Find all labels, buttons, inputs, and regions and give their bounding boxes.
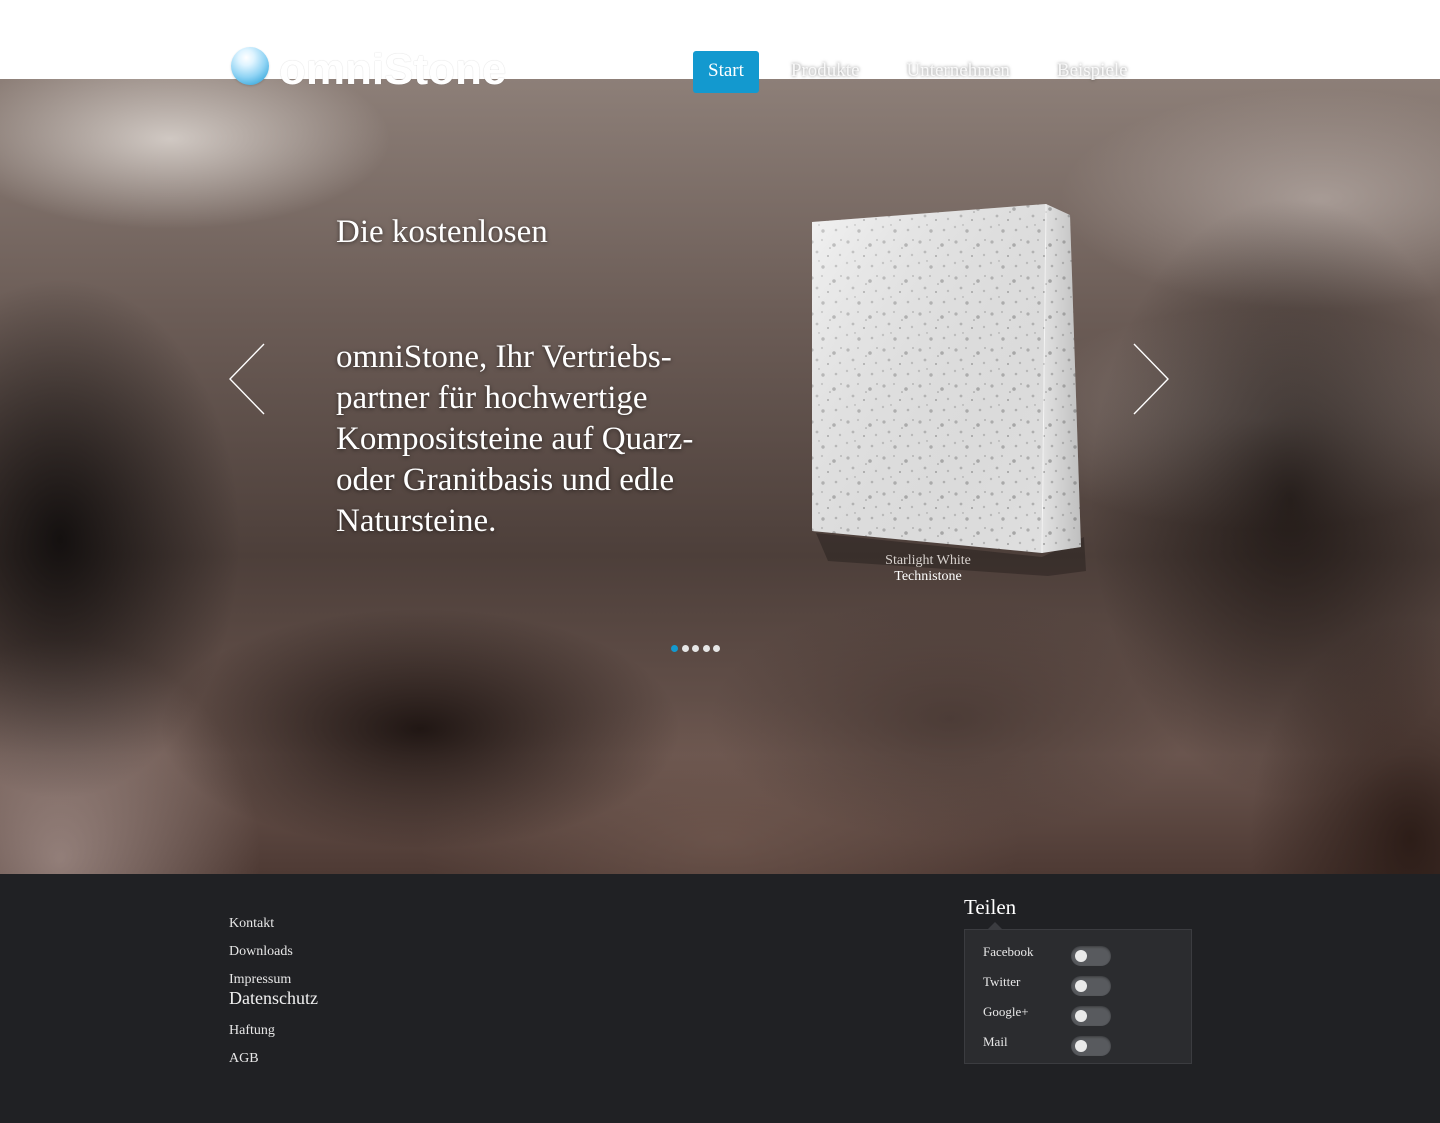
share-row-twitter: Twitter: [983, 974, 1183, 996]
slide-dot[interactable]: [681, 645, 689, 652]
footer-link-agb[interactable]: AGB: [229, 1050, 318, 1078]
nav-item-produkte[interactable]: Produkte: [776, 51, 875, 93]
mail-toggle[interactable]: [1071, 1036, 1111, 1056]
footer: Kontakt Downloads Impressum Datenschutz …: [0, 874, 1440, 1123]
slide-dot[interactable]: [702, 645, 710, 652]
toggle-knob: [1075, 1010, 1087, 1022]
chevron-left-icon[interactable]: [228, 342, 268, 416]
chevron-right-icon[interactable]: [1130, 342, 1170, 416]
share-label: Google+: [983, 1004, 1029, 1019]
footer-link-kontakt[interactable]: Kontakt: [229, 915, 318, 943]
facebook-toggle[interactable]: [1071, 946, 1111, 966]
googleplus-toggle[interactable]: [1071, 1006, 1111, 1026]
share-label: Mail: [983, 1034, 1008, 1049]
product-brand: Technistone: [894, 569, 962, 584]
slide-dot[interactable]: [713, 645, 720, 652]
share-label: Twitter: [983, 974, 1021, 989]
brand-name: omniStone: [279, 45, 507, 94]
footer-link-haftung[interactable]: Haftung: [229, 1022, 318, 1050]
slide-pagination: [671, 645, 724, 652]
nav-item-start[interactable]: Start: [693, 51, 759, 93]
share-row-facebook: Facebook: [983, 944, 1183, 966]
footer-link-datenschutz[interactable]: Datenschutz: [229, 989, 318, 1022]
hero-slider: Die kostenlosen omniStone, Ihr Vertriebs…: [0, 79, 1440, 874]
nav-item-unternehmen[interactable]: Unternehmen: [892, 51, 1025, 93]
toggle-knob: [1075, 1040, 1087, 1052]
hero-heading: Die kostenlosen: [336, 214, 548, 250]
share-row-mail: Mail: [983, 1034, 1183, 1056]
logo-orb-icon: [231, 47, 269, 85]
share-row-googleplus: Google+: [983, 1004, 1183, 1026]
product-name: Starlight White: [885, 553, 971, 568]
nav-item-beispiele[interactable]: Beispiele: [1042, 51, 1143, 93]
toggle-knob: [1075, 950, 1087, 962]
share-panel: Facebook Twitter Google+ Mail: [964, 922, 1192, 1064]
share-label: Facebook: [983, 944, 1034, 959]
share-title: Teilen: [964, 895, 1017, 919]
slide-dot[interactable]: [692, 645, 699, 652]
footer-links: Kontakt Downloads Impressum Datenschutz …: [229, 915, 318, 1078]
toggle-knob: [1075, 980, 1087, 992]
footer-link-downloads[interactable]: Downloads: [229, 943, 318, 971]
product-stone-sample[interactable]: [808, 201, 1088, 591]
main-nav: Start Produkte Unternehmen Beispiele: [693, 51, 1160, 93]
hero-text: omniStone, Ihr Vertriebs-partner für hoc…: [336, 339, 694, 539]
twitter-toggle[interactable]: [1071, 976, 1111, 996]
slide-dot[interactable]: [671, 645, 678, 652]
